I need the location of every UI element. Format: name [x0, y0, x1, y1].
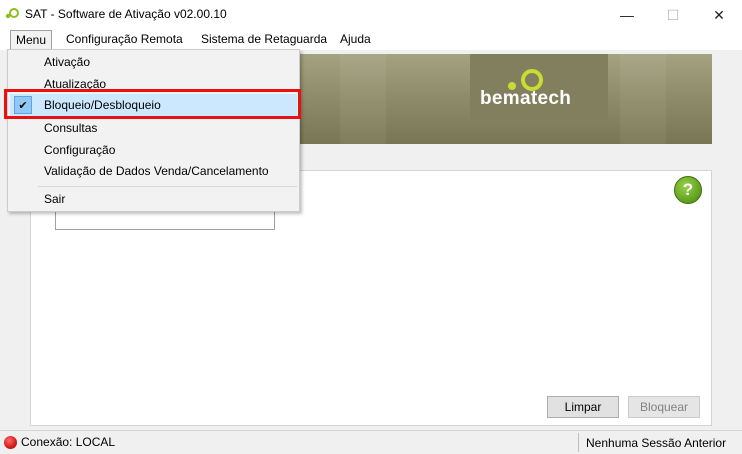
menu-configuracao-remota[interactable]: Configuração Remota — [61, 30, 188, 50]
help-question-icon[interactable]: ? — [674, 176, 702, 204]
menu-sistema-de-retaguarda[interactable]: Sistema de Retaguarda — [196, 30, 332, 50]
dropdown-item-label: Ativação — [44, 55, 91, 69]
menu-ajuda[interactable]: Ajuda — [335, 30, 376, 50]
close-button[interactable]: ✕ — [696, 0, 742, 30]
dropdown-item-validacao[interactable]: Validação de Dados Venda/Cancelamento — [10, 160, 297, 182]
dropdown-item-ativacao[interactable]: Ativação — [10, 51, 297, 73]
dropdown-item-label: Configuração — [44, 143, 116, 157]
menu-bar: Menu Configuração Remota Sistema de Reta… — [0, 30, 742, 50]
dropdown-item-sair[interactable]: Sair — [10, 188, 297, 210]
app-logo-icon — [5, 8, 19, 19]
dropdown-item-label: Validação de Dados Venda/Cancelamento — [44, 164, 269, 178]
brand-logo-text: bematech — [480, 88, 572, 109]
dropdown-item-configuracao[interactable]: Configuração — [10, 139, 297, 161]
dropdown-item-consultas[interactable]: Consultas — [10, 117, 297, 139]
menu-dropdown: Ativação Atualização ✔ Bloqueio/Desbloqu… — [7, 49, 300, 212]
status-bar: Conexão: LOCAL Nenhuma Sessão Anterior — [0, 430, 742, 454]
status-divider — [578, 433, 579, 452]
dropdown-item-label: Sair — [44, 192, 66, 206]
title-bar: SAT - Software de Ativação v02.00.10 — ☐… — [0, 0, 742, 30]
window-title: SAT - Software de Ativação v02.00.10 — [25, 7, 227, 21]
connection-status: Conexão: LOCAL — [21, 435, 116, 449]
session-status: Nenhuma Sessão Anterior — [586, 436, 727, 450]
maximize-button[interactable]: ☐ — [650, 0, 696, 30]
dropdown-separator — [38, 186, 297, 187]
menu-menu[interactable]: Menu — [10, 30, 53, 50]
connection-led-icon — [4, 435, 17, 449]
highlight-annotation — [4, 89, 301, 119]
minimize-button[interactable]: — — [604, 0, 650, 30]
clear-button[interactable]: Limpar — [547, 396, 619, 418]
block-button: Bloquear — [628, 396, 700, 418]
dropdown-item-label: Consultas — [44, 121, 98, 135]
